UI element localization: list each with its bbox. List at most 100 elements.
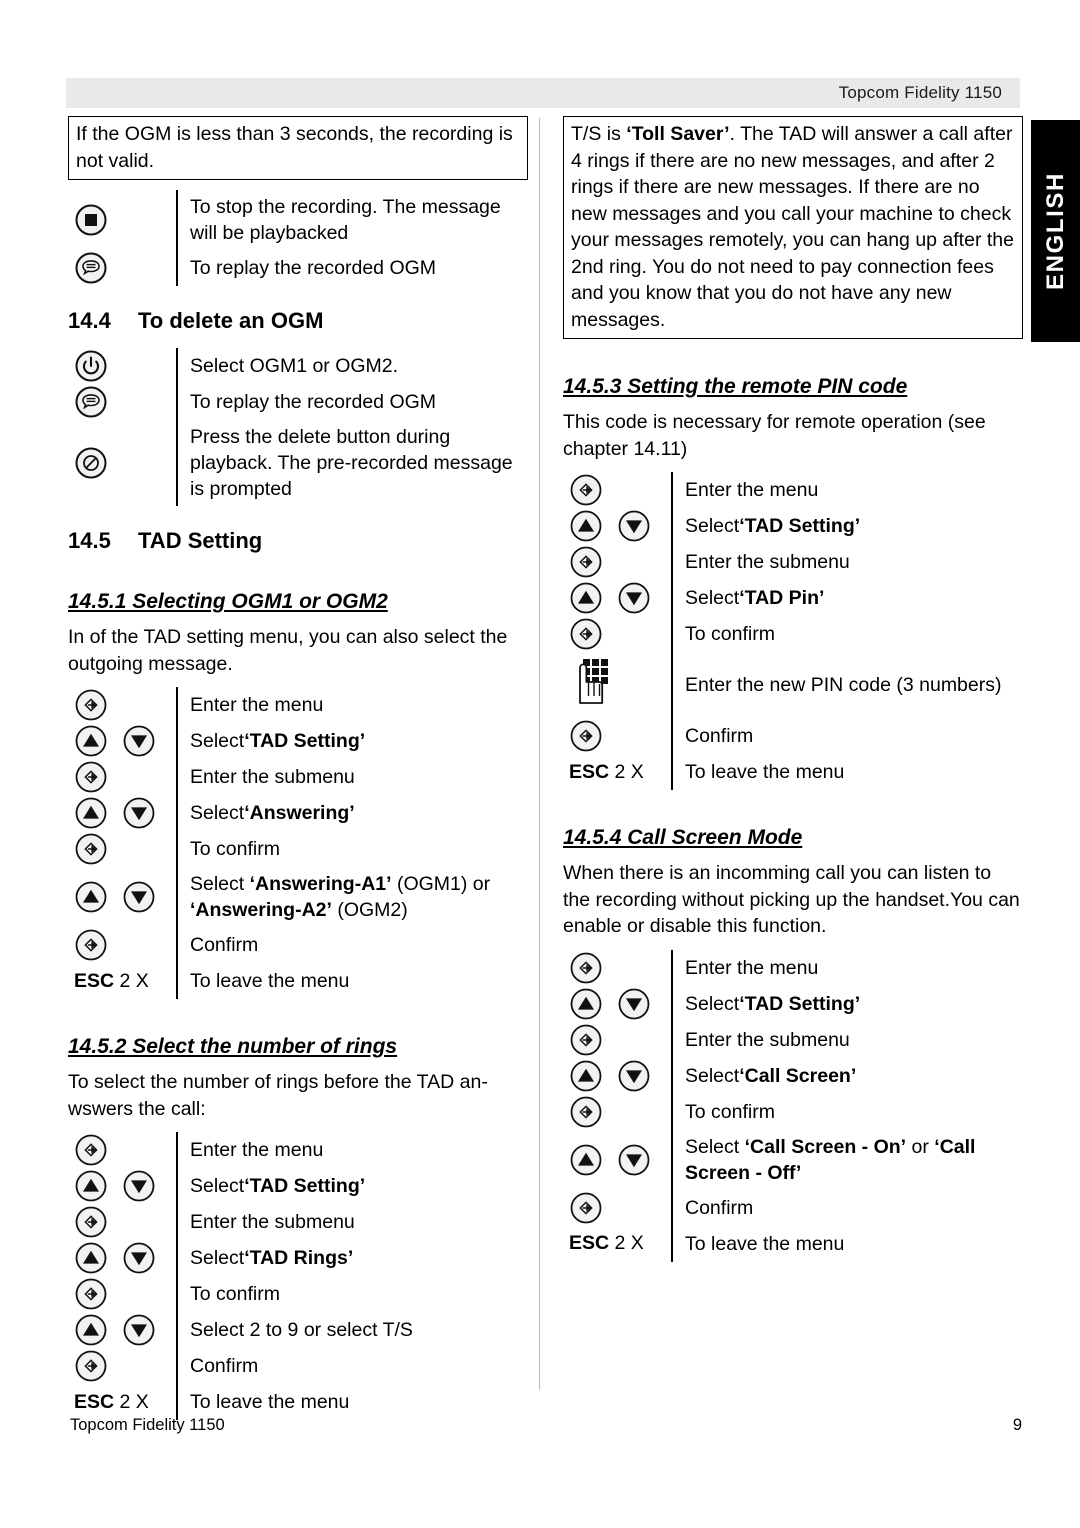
step-row: ESC 2 X To leave the menu [563,1225,1023,1262]
esc-key-label[interactable]: ESC 2 X [563,761,644,784]
heading-14-5-4-wrap: 14.5.4 Call Screen Mode [563,808,1023,856]
esc-key-text: ESC [569,1232,610,1254]
menu-enter-icon[interactable] [68,1205,122,1239]
up-arrow-icon[interactable] [563,509,617,543]
step-row: Select ‘TAD Setting’ [563,508,1023,544]
step-row: Select ‘TAD Setting’ [68,723,528,759]
menu-enter-icon[interactable] [563,473,617,507]
step-keys: ESC 2 X [563,754,671,790]
note-prefix: T/S is [571,123,627,145]
heading-text: To delete an OGM [138,308,324,333]
replay-ogm-icon[interactable] [68,251,122,285]
step-description: Enter the submenu [671,544,1023,580]
step-row: Press the delete button during playback.… [68,420,528,506]
esc-key-label[interactable]: ESC 2 X [68,1391,149,1414]
step-keys [68,1276,176,1312]
down-arrow-icon[interactable] [617,1143,671,1177]
step-row: Select ‘TAD Setting’ [68,1168,528,1204]
step-description: Select OGM1 or OGM2. [176,348,528,384]
note-box-ogm-length: If the OGM is less than 3 seconds, the r… [68,116,528,180]
heading-14-5-1-wrap: 14.5.1 Selecting OGM1 or OGM2 [68,572,528,620]
step-keys: ESC 2 X [68,1384,176,1420]
menu-enter-icon[interactable] [563,545,617,579]
down-arrow-icon[interactable] [617,1059,671,1093]
menu-enter-icon[interactable] [68,1133,122,1167]
down-arrow-icon[interactable] [122,1169,176,1203]
up-arrow-icon[interactable] [563,987,617,1021]
esc-repeat-count: 2 X [614,1232,644,1254]
step-keys [563,1130,671,1190]
down-arrow-icon[interactable] [122,1241,176,1275]
step-keys [563,544,671,580]
step-row: Confirm [563,718,1023,754]
stop-icon[interactable] [68,203,122,237]
step-row: Select ‘Call Screen’ [563,1057,1023,1094]
steps-table-delete-ogm: Select OGM1 or OGM2. To replay the recor… [68,348,528,506]
step-description: Confirm [671,718,1023,754]
step-keys [68,348,176,384]
menu-enter-icon[interactable] [563,1191,617,1225]
up-arrow-icon[interactable] [68,880,122,914]
down-arrow-icon[interactable] [617,581,671,615]
menu-enter-icon[interactable] [68,688,122,722]
menu-enter-icon[interactable] [68,760,122,794]
down-arrow-icon[interactable] [617,987,671,1021]
menu-enter-icon[interactable] [68,1277,122,1311]
up-arrow-icon[interactable] [563,581,617,615]
menu-enter-icon[interactable] [563,617,617,651]
step-keys [68,1168,176,1204]
step-keys [68,867,176,927]
step-text-after: or [906,1135,935,1158]
step-description: Select 2 to 9 or select T/S [176,1312,528,1348]
heading-number: 14.5 [68,528,111,553]
step-description: Select ‘Answering-A1’ (OGM1) or ‘Answeri… [176,867,528,927]
down-arrow-icon[interactable] [122,796,176,830]
up-arrow-icon[interactable] [68,1313,122,1347]
step-keys [68,190,176,250]
step-row: Enter the menu [563,949,1023,986]
replay-ogm-icon[interactable] [68,385,122,419]
up-arrow-icon[interactable] [68,724,122,758]
step-description: Select ‘Call Screen - On’ or ‘Call Scree… [671,1129,1023,1190]
step-description: Select ‘Call Screen’ [671,1057,1023,1094]
up-arrow-icon[interactable] [563,1143,617,1177]
menu-enter-icon[interactable] [563,719,617,753]
step-row: Enter the menu [68,1132,528,1168]
page-body: If the OGM is less than 3 seconds, the r… [0,0,1080,1528]
esc-key-label[interactable]: ESC 2 X [563,1232,644,1255]
step-description: Select ‘TAD Setting’ [176,1168,528,1204]
down-arrow-icon[interactable] [122,724,176,758]
step-text-bold: ‘Call Screen - On’ [744,1135,907,1158]
step-row: ESC 2 X To leave the menu [68,1384,528,1420]
power-icon[interactable] [68,349,122,383]
esc-repeat-count: 2 X [614,760,644,783]
menu-enter-icon[interactable] [563,1095,617,1129]
up-arrow-icon[interactable] [68,1169,122,1203]
up-arrow-icon[interactable] [68,796,122,830]
keypad-icon[interactable] [563,656,617,714]
step-description: To confirm [671,1093,1023,1130]
up-arrow-icon[interactable] [68,1241,122,1275]
right-column: T/S is ‘Toll Saver’. The TAD will answer… [563,116,1023,1266]
step-text: Select [685,587,740,609]
down-arrow-icon[interactable] [122,880,176,914]
menu-enter-icon[interactable] [68,1349,122,1383]
up-arrow-icon[interactable] [563,1059,617,1093]
menu-enter-icon[interactable] [563,1023,617,1057]
step-text-bold: ‘Answering-A1’ [249,873,392,895]
column-divider [539,118,540,1390]
delete-icon[interactable] [68,446,122,480]
step-text-bold: ‘TAD Setting’ [244,730,366,752]
esc-key-text: ESC [74,969,115,992]
menu-enter-icon[interactable] [68,832,122,866]
step-row: Select ‘TAD Rings’ [68,1240,528,1276]
menu-enter-icon[interactable] [563,951,617,985]
down-arrow-icon[interactable] [122,1313,176,1347]
intro-14-5-4: When there is an incomming call you can … [563,862,1020,937]
note-rest: . The TAD will answer a call after 4 rin… [571,123,1014,331]
step-description: Select ‘TAD Rings’ [176,1240,528,1276]
step-text-bold: ‘TAD Setting’ [739,992,861,1015]
down-arrow-icon[interactable] [617,509,671,543]
menu-enter-icon[interactable] [68,928,122,962]
esc-key-label[interactable]: ESC 2 X [68,970,149,993]
